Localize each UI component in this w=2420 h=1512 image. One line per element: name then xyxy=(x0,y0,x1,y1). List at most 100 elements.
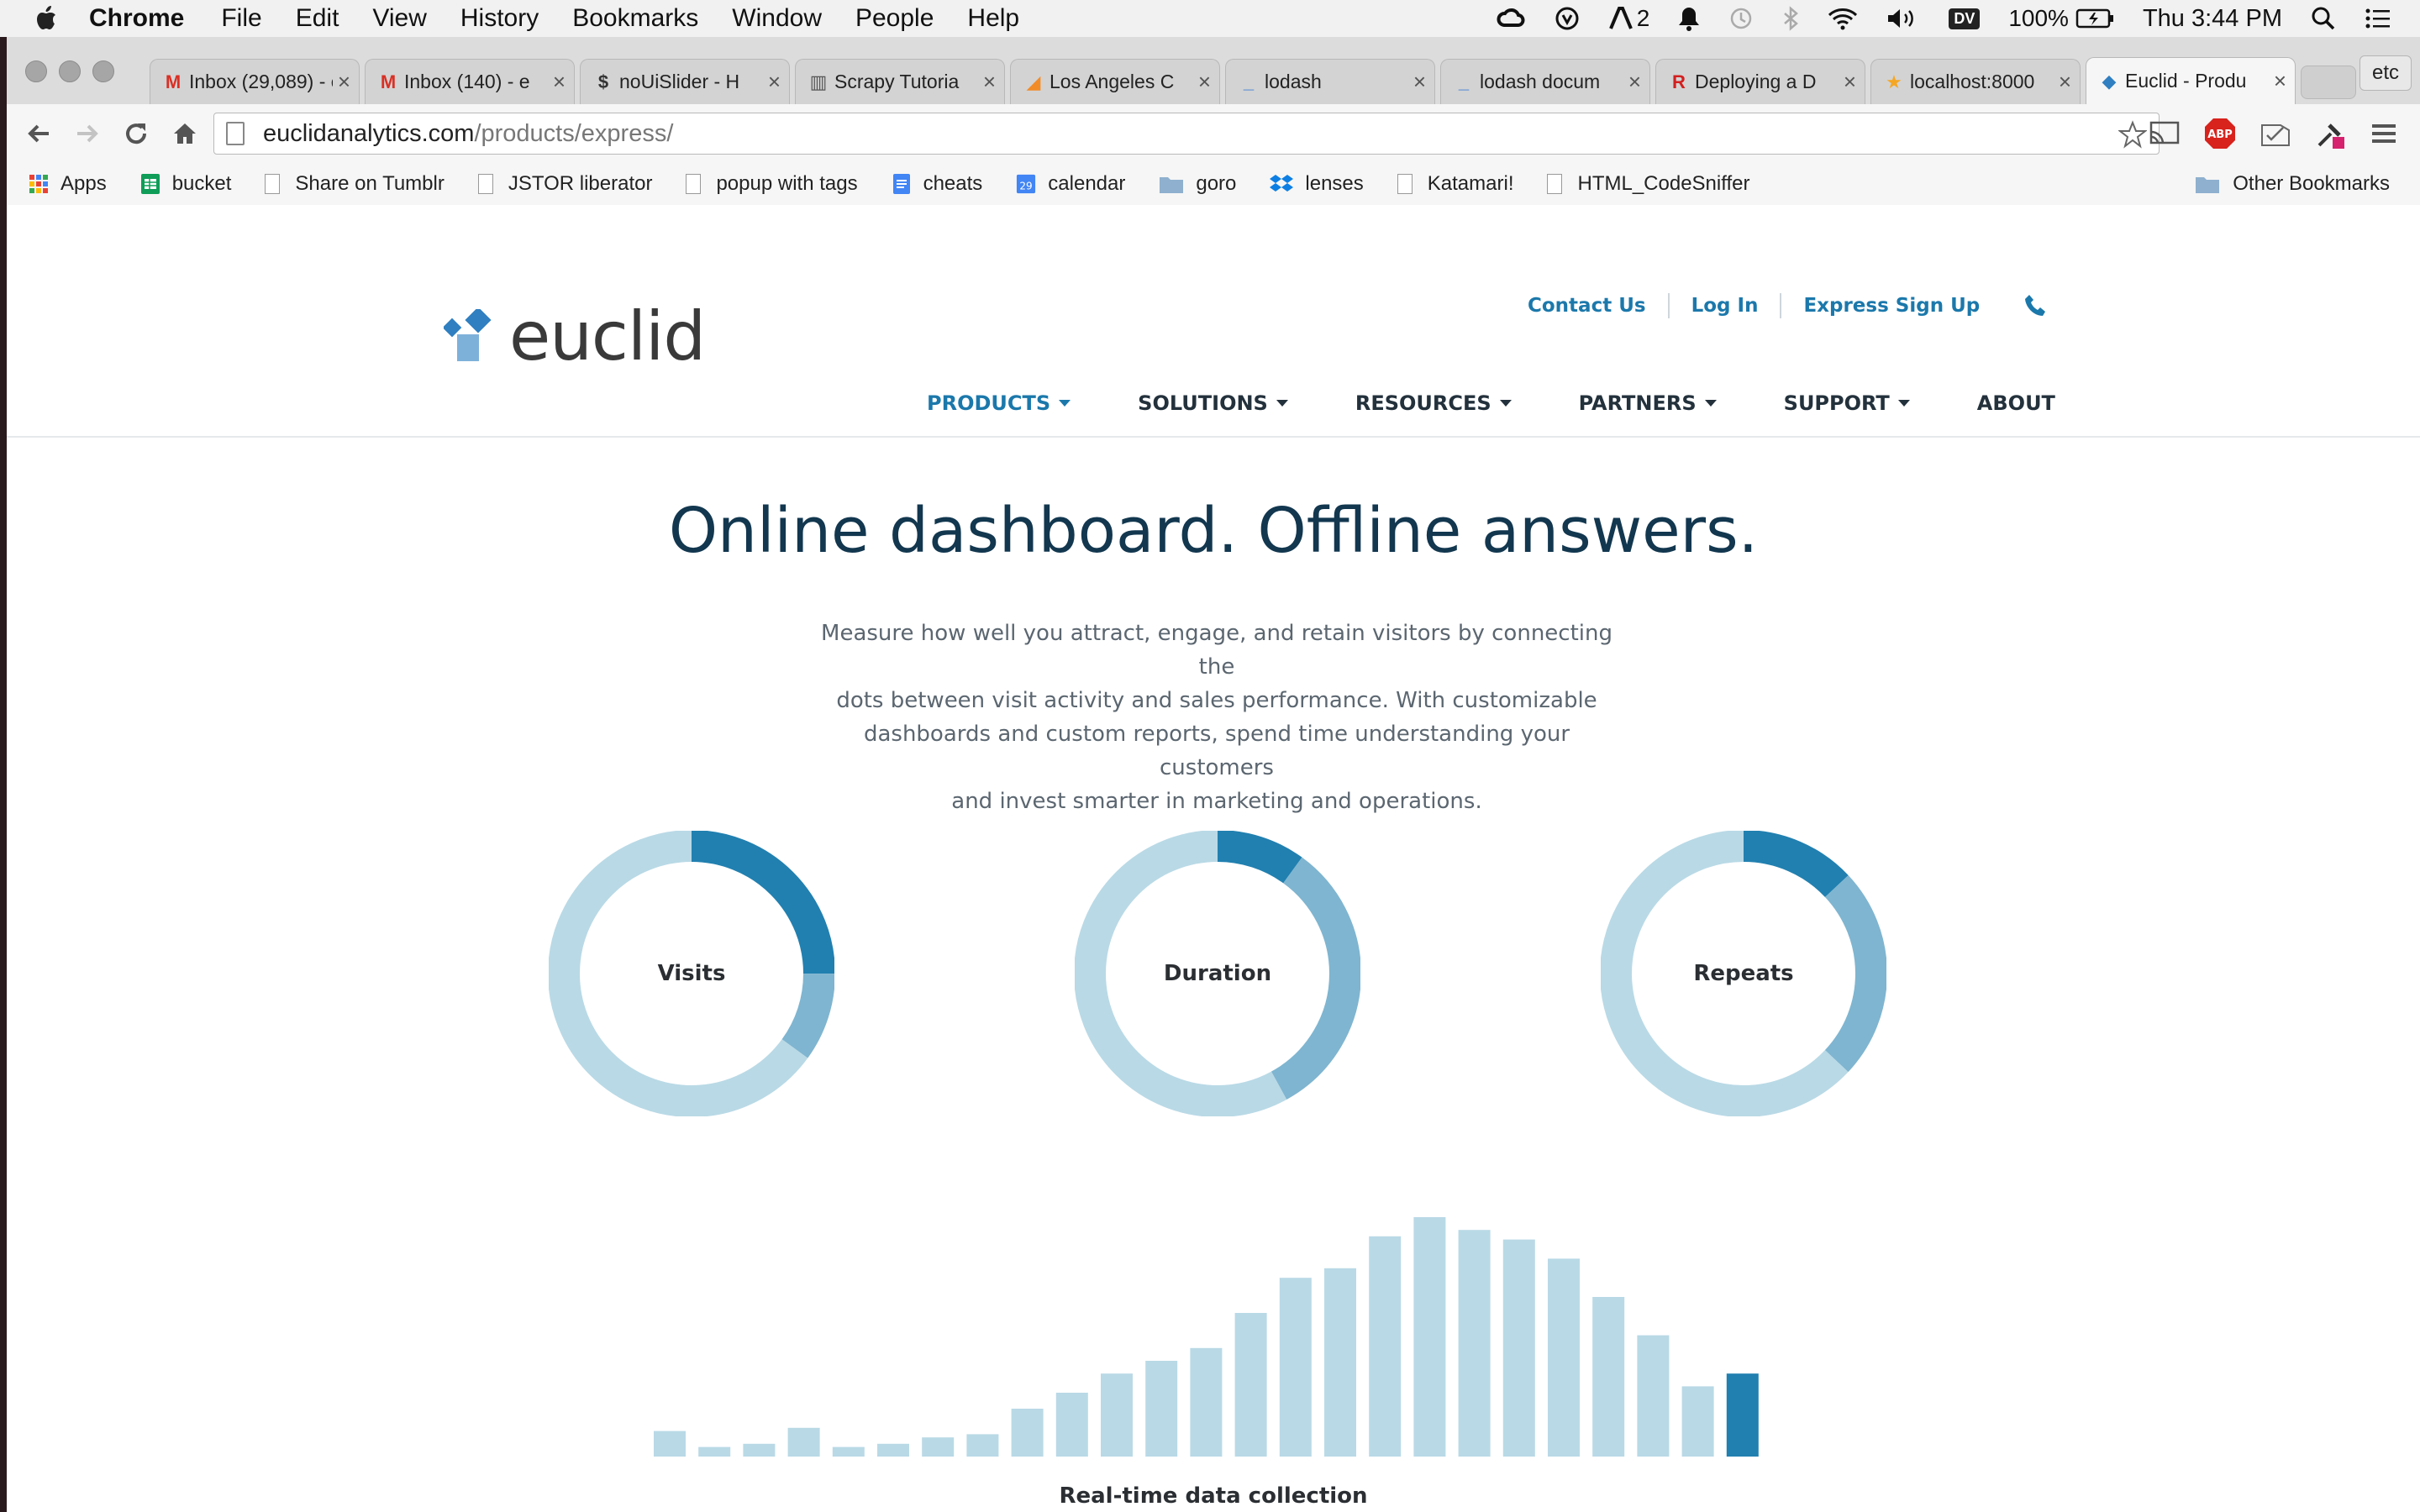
apple-icon[interactable] xyxy=(30,2,64,35)
user-badge[interactable]: DV xyxy=(1949,8,1981,29)
page-info-icon[interactable] xyxy=(226,122,245,145)
bookmark-lenses[interactable]: lenses xyxy=(1270,172,1364,196)
chart-bar xyxy=(1055,1393,1088,1457)
nav-resources[interactable]: RESOURCES xyxy=(1355,391,1512,415)
bookmark-jstor-liberator[interactable]: JSTOR liberator xyxy=(477,172,652,196)
menu-bookmarks[interactable]: Bookmarks xyxy=(572,4,698,33)
phone-icon[interactable] xyxy=(2023,293,2049,318)
menu-edit[interactable]: Edit xyxy=(296,4,339,33)
bookmark-katamari[interactable]: Katamari! xyxy=(1397,172,1513,196)
menu-people[interactable]: People xyxy=(855,4,934,33)
eyedropper-icon[interactable] xyxy=(2314,117,2348,150)
close-tab-icon[interactable]: × xyxy=(1413,69,1426,95)
battery-percent[interactable]: 100% xyxy=(2008,5,2069,32)
profile-button[interactable]: etc xyxy=(2360,55,2412,91)
spotlight-search-icon[interactable] xyxy=(2311,6,2336,31)
bookmark-goro[interactable]: goro xyxy=(1159,172,1236,196)
forward-button[interactable] xyxy=(71,117,104,150)
browser-tab[interactable]: M Inbox (140) - e × xyxy=(365,59,575,104)
notification-center-icon[interactable] xyxy=(2365,7,2391,30)
close-tab-icon[interactable]: × xyxy=(1628,69,1641,95)
bluetooth-icon[interactable] xyxy=(1782,6,1799,31)
menu-help[interactable]: Help xyxy=(967,4,1019,33)
bookmark-html-codesniffer[interactable]: HTML_CodeSniffer xyxy=(1547,172,1749,196)
forward-arrow-icon xyxy=(77,124,98,143)
browser-tab[interactable]: _ lodash docum × xyxy=(1440,59,1650,104)
zoom-window-button[interactable] xyxy=(92,60,114,82)
browser-tab[interactable]: M Inbox (29,089) - e × xyxy=(150,59,360,104)
new-tab-button[interactable] xyxy=(2301,66,2356,99)
bookmark-bucket[interactable]: bucket xyxy=(140,172,232,196)
battery-icon[interactable] xyxy=(2075,8,2114,29)
browser-tab[interactable]: ◆ Euclid - Produ × xyxy=(2086,57,2296,104)
home-button[interactable] xyxy=(168,117,202,150)
intro-line: and invest smarter in marketing and oper… xyxy=(951,789,1482,814)
creative-cloud-icon[interactable] xyxy=(1496,7,1526,30)
bookmarks-bar: Apps bucket Share on Tumblr JSTOR libera… xyxy=(7,163,2420,206)
bookmark-star-icon[interactable] xyxy=(2118,120,2147,149)
back-button[interactable] xyxy=(22,117,55,150)
close-tab-icon[interactable]: × xyxy=(2059,69,2071,95)
address-bar[interactable]: euclidanalytics.com/products/express/ xyxy=(213,113,2160,155)
donut-label: Repeats xyxy=(1693,961,1794,986)
close-tab-icon[interactable]: × xyxy=(983,69,996,95)
visits-donut: Visits xyxy=(549,831,834,1116)
volume-icon[interactable] xyxy=(1886,7,1920,30)
menu-app-name[interactable]: Chrome xyxy=(89,4,184,33)
browser-tab[interactable]: ▥ Scrapy Tutoria × xyxy=(795,59,1005,104)
bookmark-apps[interactable]: Apps xyxy=(29,172,107,196)
adobe-notification-icon[interactable]: 2 xyxy=(1608,5,1649,32)
intro-line: dashboards and custom reports, spend tim… xyxy=(863,722,1570,780)
browser-tab[interactable]: ★ localhost:8000 × xyxy=(1870,59,2081,104)
bell-icon[interactable] xyxy=(1678,6,1700,31)
chart-bar xyxy=(698,1446,731,1457)
menu-view[interactable]: View xyxy=(372,4,426,33)
bookmark-calendar[interactable]: 29 calendar xyxy=(1016,172,1125,196)
menu-file[interactable]: File xyxy=(221,4,261,33)
bookmark-share-on-tumblr[interactable]: Share on Tumblr xyxy=(265,172,445,196)
close-tab-icon[interactable]: × xyxy=(553,69,566,95)
nav-solutions[interactable]: SOLUTIONS xyxy=(1138,391,1288,415)
main-nav: PRODUCTS SOLUTIONS RESOURCES PARTNERS SU… xyxy=(927,391,2055,415)
nav-products[interactable]: PRODUCTS xyxy=(927,391,1071,415)
nav-support[interactable]: SUPPORT xyxy=(1784,391,1910,415)
euclid-logo[interactable]: euclid xyxy=(444,297,706,375)
bookmark-other-bookmarks[interactable]: Other Bookmarks xyxy=(2194,163,2390,205)
log-in-link[interactable]: Log In xyxy=(1691,295,1759,317)
bookmark-label: goro xyxy=(1196,172,1237,195)
nav-about[interactable]: ABOUT xyxy=(1977,391,2055,415)
close-tab-icon[interactable]: × xyxy=(2274,68,2286,94)
browser-tab[interactable]: _ lodash × xyxy=(1225,59,1435,104)
shield-icon[interactable] xyxy=(1555,6,1580,31)
reload-button[interactable] xyxy=(119,117,153,150)
extension-checklist-icon[interactable] xyxy=(2259,118,2292,149)
chrome-menu-icon[interactable] xyxy=(2370,121,2398,146)
express-sign-up-link[interactable]: Express Sign Up xyxy=(1803,295,1980,317)
close-window-button[interactable] xyxy=(25,60,47,82)
close-tab-icon[interactable]: × xyxy=(768,69,781,95)
minimize-window-button[interactable] xyxy=(59,60,81,82)
menu-window[interactable]: Window xyxy=(732,4,822,33)
browser-tab[interactable]: $ noUiSlider - H × xyxy=(580,59,790,104)
menu-history[interactable]: History xyxy=(460,4,539,33)
bookmark-label: bucket xyxy=(171,172,232,195)
close-tab-icon[interactable]: × xyxy=(1844,69,1856,95)
caret-down-icon xyxy=(1897,400,1910,407)
nav-label: RESOURCES xyxy=(1355,391,1491,415)
page-icon xyxy=(1547,174,1563,194)
nav-partners[interactable]: PARTNERS xyxy=(1579,391,1717,415)
time-machine-icon[interactable] xyxy=(1728,6,1754,31)
bookmark-popup-with-tags[interactable]: popup with tags xyxy=(686,172,858,196)
clock[interactable]: Thu 3:44 PM xyxy=(2143,5,2282,33)
bookmark-cheats[interactable]: cheats xyxy=(892,172,982,196)
close-tab-icon[interactable]: × xyxy=(1198,69,1211,95)
adblock-plus-icon[interactable]: ABP xyxy=(2203,117,2237,150)
browser-tab[interactable]: ◢ Los Angeles C × xyxy=(1010,59,1220,104)
cast-icon[interactable] xyxy=(2148,120,2181,147)
caret-down-icon xyxy=(1704,400,1717,407)
wifi-icon[interactable] xyxy=(1828,7,1858,30)
caret-down-icon xyxy=(1499,400,1512,407)
close-tab-icon[interactable]: × xyxy=(338,69,350,95)
browser-tab[interactable]: R Deploying a D × xyxy=(1655,59,1865,104)
contact-us-link[interactable]: Contact Us xyxy=(1528,295,1646,317)
